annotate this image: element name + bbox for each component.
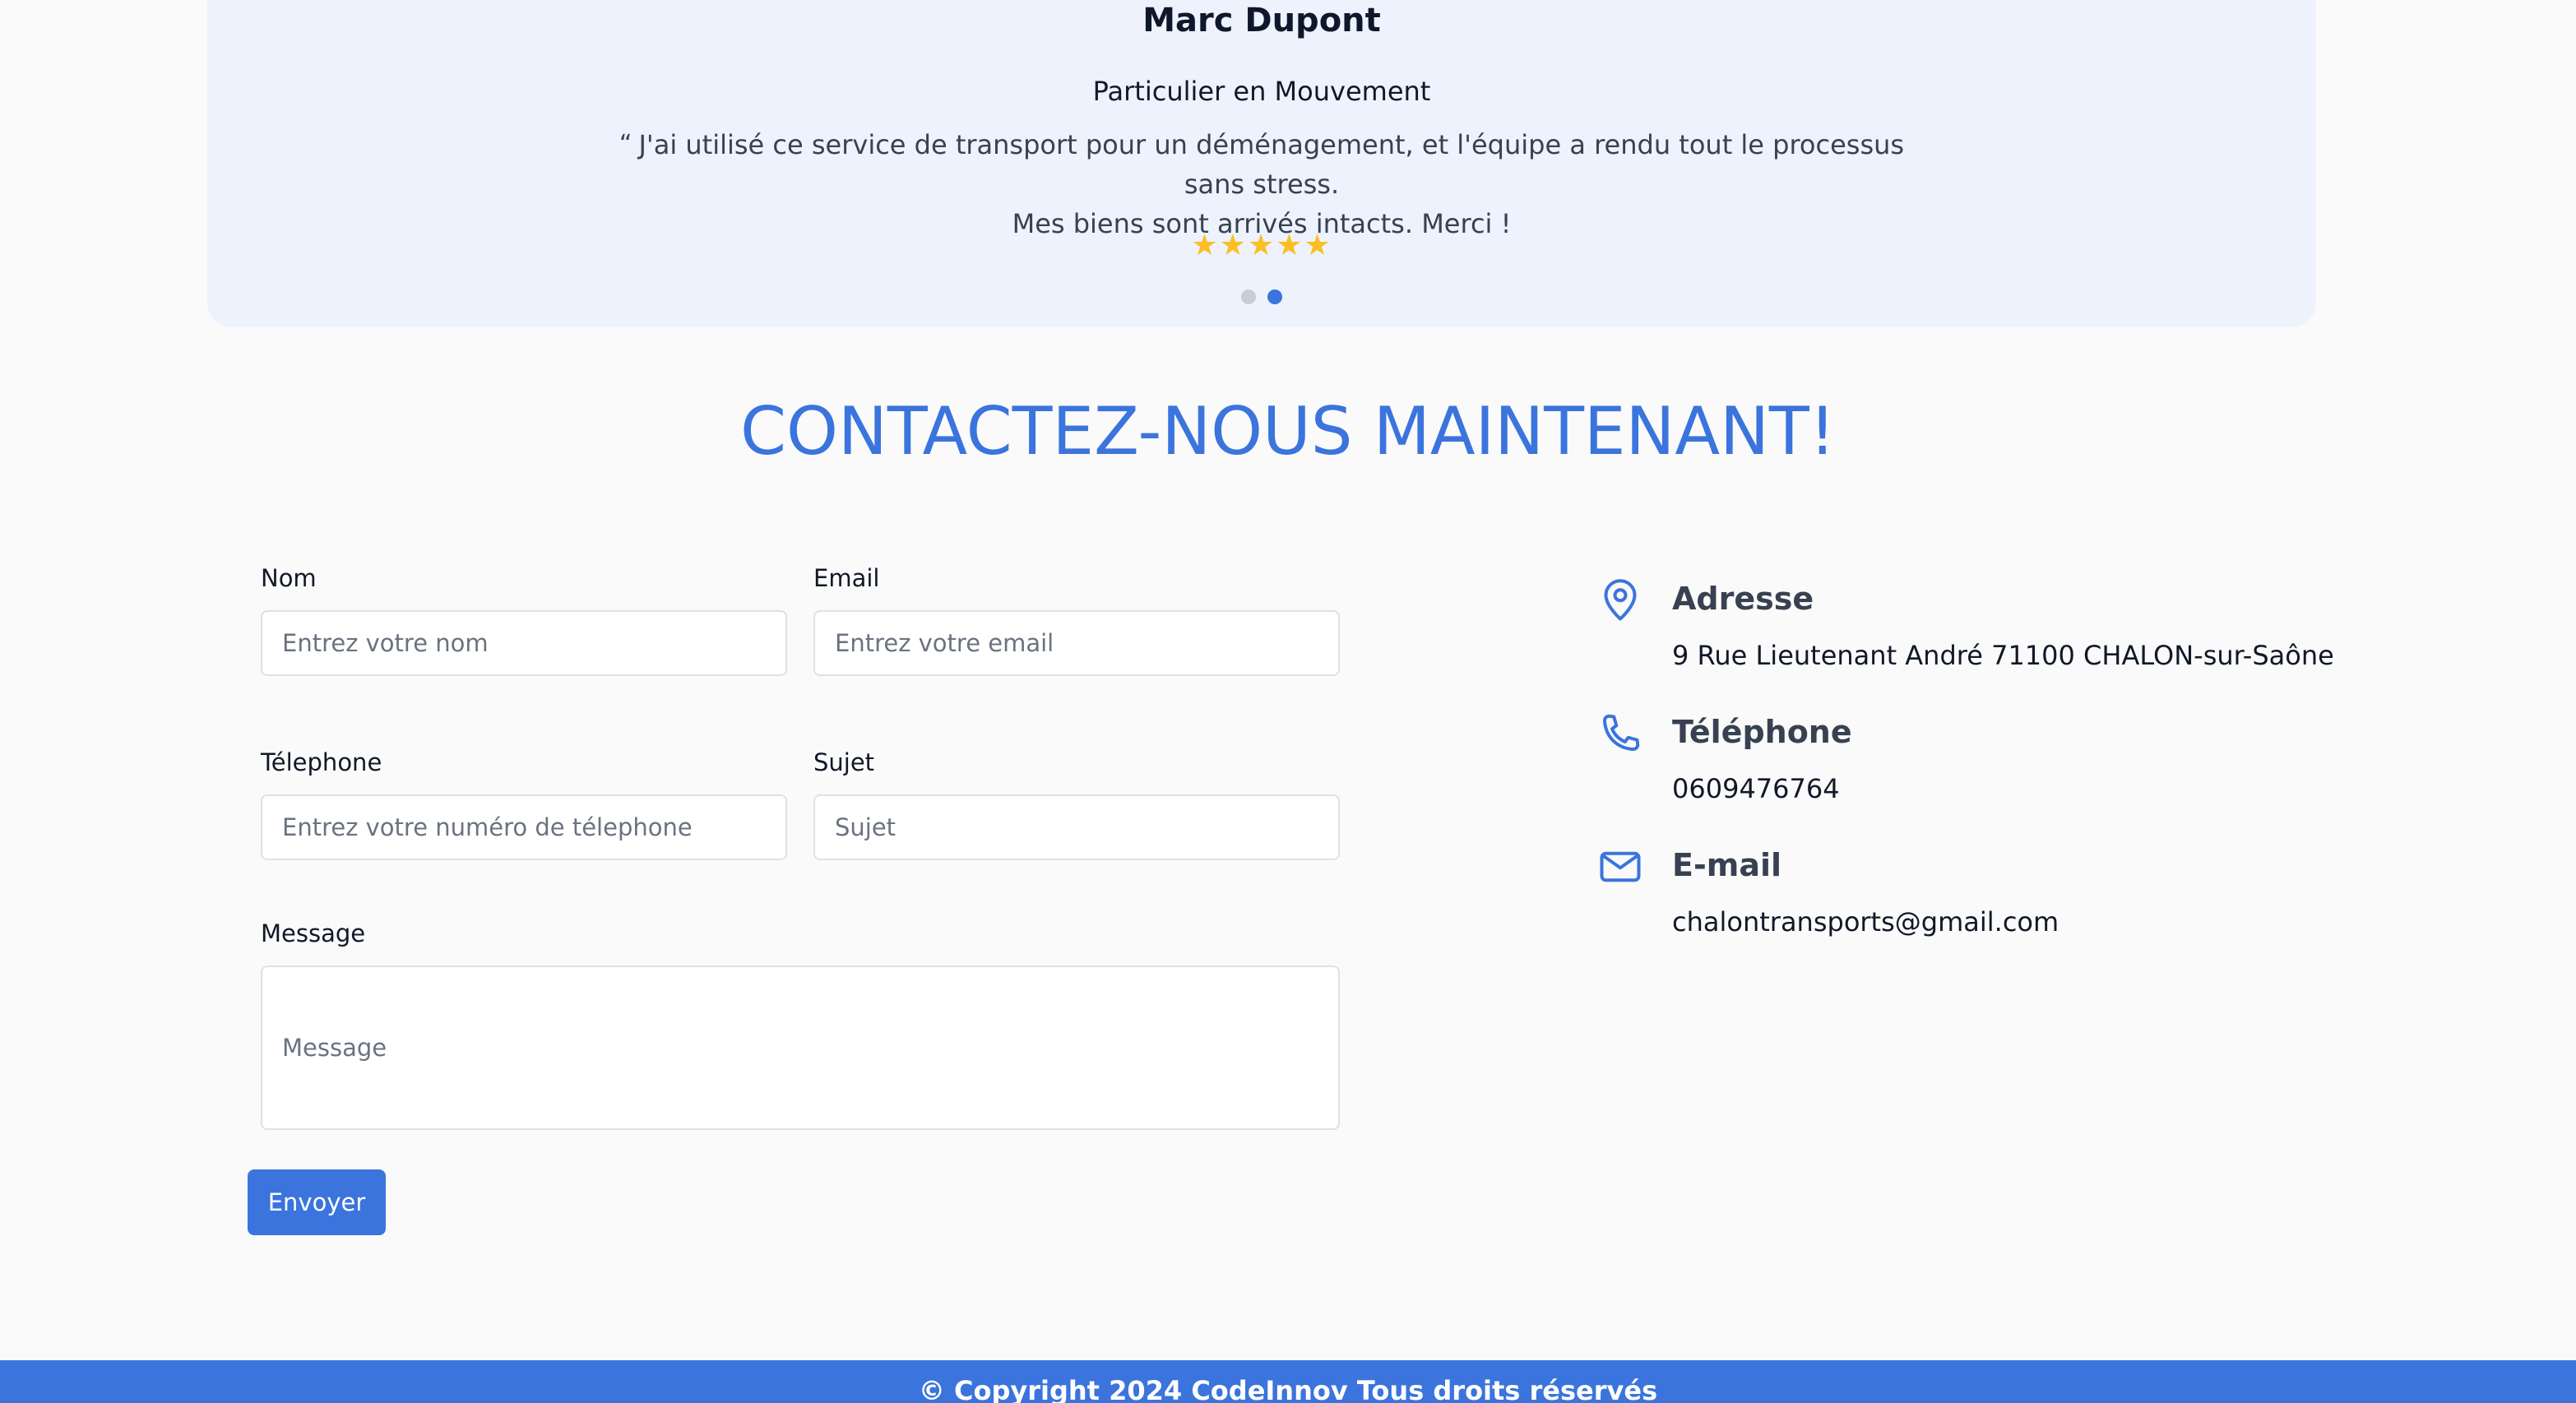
sujet-label: Sujet [813,748,875,776]
quote-mark-icon: “ [619,130,632,159]
testimonial-author-name: Marc Dupont [1142,2,1381,39]
contact-heading: CONTACTEZ-NOUS MAINTENANT! [740,393,1836,470]
message-textarea[interactable]: Message [261,965,1340,1130]
testimonial-quote: “J'ai utilisé ce service de transport po… [602,125,1921,243]
email-label: Email [813,564,880,592]
testimonial-card: Marc Dupont Particulier en Mouvement “J'… [207,0,2316,327]
carousel-dot-2[interactable] [1267,289,1282,304]
address-value: 9 Rue Lieutenant André 71100 CHALON-sur-… [1672,640,2334,671]
map-pin-icon [1604,579,1637,621]
email-value: chalontransports@gmail.com [1672,906,2059,938]
address-title: Adresse [1672,581,1814,617]
message-label: Message [261,919,366,947]
mail-icon [1600,851,1641,882]
telephone-input[interactable]: Entrez votre numéro de télephone [261,794,787,860]
carousel-dot-1[interactable] [1241,289,1256,304]
phone-value: 0609476764 [1672,773,1840,804]
phone-title: Téléphone [1672,714,1852,750]
email-title: E-mail [1672,847,1782,883]
footer-copyright: © Copyright 2024 CodeInnov Tous droits r… [918,1375,1658,1403]
sujet-input[interactable]: Sujet [813,794,1340,860]
nom-input[interactable]: Entrez votre nom [261,610,787,676]
testimonial-quote-line-1: J'ai utilisé ce service de transport pou… [638,129,1905,200]
phone-icon [1602,714,1640,752]
envoyer-button[interactable]: Envoyer [248,1169,386,1235]
star-rating: ★★★★★ [1191,229,1332,262]
nom-label: Nom [261,564,317,592]
footer: © Copyright 2024 CodeInnov Tous droits r… [0,1360,2576,1403]
telephone-label: Télephone [261,748,382,776]
page: Marc Dupont Particulier en Mouvement “J'… [0,0,2576,1403]
email-input[interactable]: Entrez votre email [813,610,1340,676]
carousel-indicators [207,289,2316,304]
testimonial-author-role: Particulier en Mouvement [1092,76,1431,107]
